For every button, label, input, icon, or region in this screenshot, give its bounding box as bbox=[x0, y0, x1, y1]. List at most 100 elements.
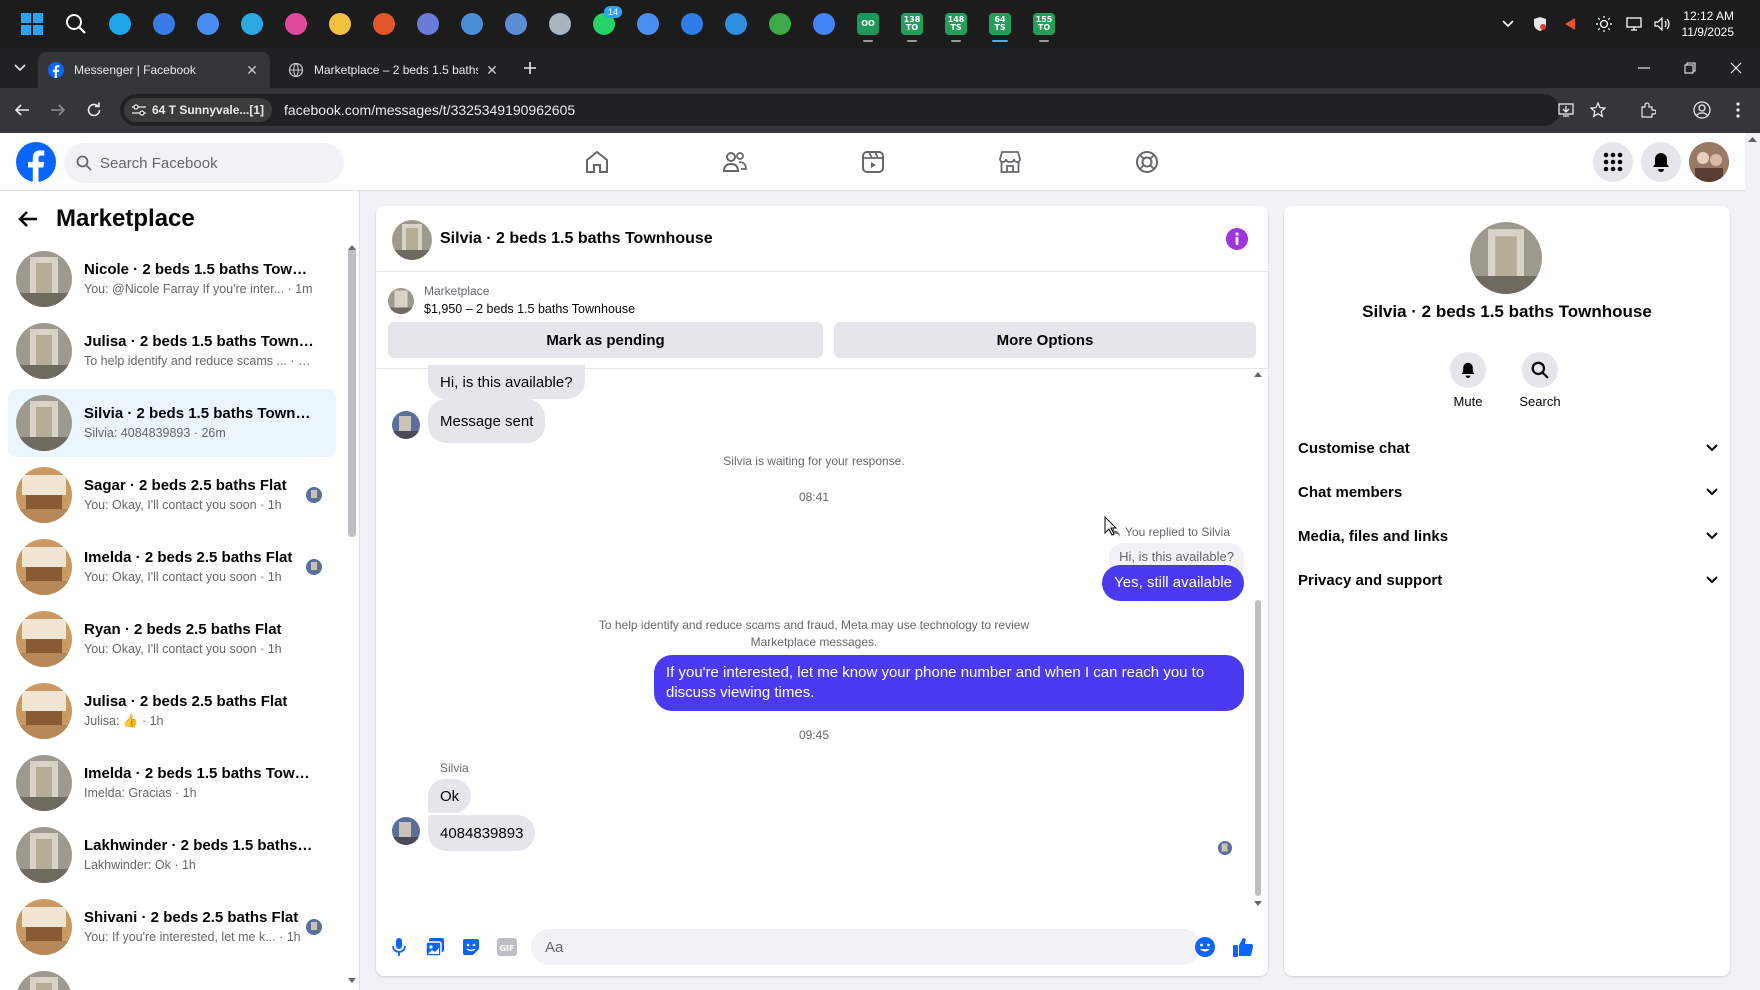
store-icon[interactable] bbox=[194, 10, 222, 38]
chevron-up-icon[interactable] bbox=[1498, 0, 1518, 48]
message-thread[interactable]: Hi, is this available? Message sent Silv… bbox=[376, 365, 1268, 918]
conversation-item[interactable]: Silvia · 2 beds 1.5 baths Townho... Silvi… bbox=[8, 389, 336, 457]
message-input[interactable]: Aa bbox=[531, 929, 1201, 965]
new-tab-icon[interactable] bbox=[516, 54, 544, 82]
minimize-icon[interactable] bbox=[1622, 48, 1666, 88]
scroll-down-icon[interactable] bbox=[347, 977, 357, 985]
media-app-icon[interactable] bbox=[370, 10, 398, 38]
install-app-icon[interactable] bbox=[1552, 96, 1580, 124]
outlook-icon[interactable] bbox=[150, 10, 178, 38]
chat-title[interactable]: Silvia · 2 beds 1.5 baths Townhouse bbox=[440, 230, 713, 248]
gif-icon[interactable]: GIF bbox=[496, 936, 518, 958]
browser-menu-icon[interactable] bbox=[1724, 96, 1752, 124]
system-clock[interactable]: 12:12 AM 11/9/2025 bbox=[1682, 8, 1735, 40]
scroll-up-icon[interactable] bbox=[347, 243, 357, 251]
friends-icon[interactable] bbox=[719, 146, 751, 178]
app-figure-icon[interactable] bbox=[546, 10, 574, 38]
conversation-item[interactable]: Janeth · 2 beds 1.5 baths Townh... bbox=[8, 965, 336, 990]
close-tab-icon[interactable]: ✕ bbox=[484, 62, 500, 78]
photo-attach-icon[interactable] bbox=[424, 936, 446, 958]
incoming-message[interactable]: Hi, is this available? bbox=[428, 365, 585, 399]
conversation-item[interactable]: Julisa · 2 beds 2.5 baths Flat Julisa: 👍 … bbox=[8, 677, 336, 745]
security-tray-icon[interactable] bbox=[1530, 0, 1550, 48]
app-whale-icon[interactable] bbox=[722, 10, 750, 38]
app-64-icon[interactable]: 64 TS bbox=[986, 10, 1014, 42]
app-148-icon[interactable]: 148 TS bbox=[942, 10, 970, 42]
media-files-links-row[interactable]: Media, files and links bbox=[1298, 516, 1718, 556]
chat-scrollbar[interactable] bbox=[1254, 370, 1262, 910]
brightness-icon[interactable] bbox=[1594, 0, 1614, 48]
tab-marketplace[interactable]: Marketplace – 2 beds 1.5 baths ✕ bbox=[278, 52, 510, 88]
chat-avatar[interactable] bbox=[392, 220, 432, 260]
incoming-message[interactable]: Ok bbox=[428, 779, 472, 813]
search-in-chat-button[interactable]: Search bbox=[1510, 352, 1570, 409]
conversation-item[interactable]: Sagar · 2 beds 2.5 baths Flat You: Okay, … bbox=[8, 461, 336, 529]
start-icon[interactable] bbox=[18, 10, 46, 38]
incoming-message[interactable]: 4084839893 bbox=[428, 815, 536, 851]
emoji-icon[interactable] bbox=[1194, 936, 1216, 958]
app-lock-icon[interactable] bbox=[766, 10, 794, 38]
telegram-icon[interactable] bbox=[238, 10, 266, 38]
close-window-icon[interactable] bbox=[1714, 48, 1758, 88]
home-icon[interactable] bbox=[581, 146, 613, 178]
customise-chat-row[interactable]: Customise chat bbox=[1298, 428, 1718, 468]
listing-summary[interactable]: Marketplace $1,950 – 2 beds 1.5 baths To… bbox=[388, 282, 635, 318]
account-avatar[interactable] bbox=[1689, 142, 1729, 182]
sidebar-scrollbar[interactable] bbox=[348, 247, 356, 537]
conversation-item[interactable]: Shivani · 2 beds 2.5 baths Flat You: If y… bbox=[8, 893, 336, 961]
contact-avatar[interactable] bbox=[1470, 222, 1542, 294]
extensions-icon[interactable] bbox=[1634, 96, 1662, 124]
microphone-icon[interactable] bbox=[388, 936, 410, 958]
tab-messenger[interactable]: Messenger | Facebook ✕ bbox=[38, 52, 270, 88]
page-scrollbar[interactable] bbox=[1745, 133, 1760, 990]
media-tray-icon[interactable] bbox=[1560, 0, 1580, 48]
incoming-message[interactable]: Message sent bbox=[428, 399, 546, 443]
conversation-item[interactable]: Imelda · 2 beds 1.5 baths Townh... Imelda… bbox=[8, 749, 336, 817]
profile-icon[interactable] bbox=[1688, 96, 1716, 124]
app-155-icon[interactable]: 155 TO bbox=[1030, 10, 1058, 42]
back-arrow-icon[interactable] bbox=[18, 210, 38, 228]
outgoing-message[interactable]: Yes, still available bbox=[1102, 565, 1244, 601]
facebook-logo-icon[interactable] bbox=[16, 142, 56, 182]
notifications-bell-icon[interactable] bbox=[1641, 142, 1681, 182]
mute-button[interactable]: Mute bbox=[1438, 352, 1498, 409]
back-icon[interactable] bbox=[8, 96, 36, 124]
file-explorer-icon[interactable] bbox=[326, 10, 354, 38]
color-app-icon[interactable] bbox=[282, 10, 310, 38]
privacy-support-row[interactable]: Privacy and support bbox=[1298, 560, 1718, 600]
forward-icon[interactable] bbox=[44, 96, 72, 124]
close-tab-icon[interactable]: ✕ bbox=[244, 62, 260, 78]
edge-icon[interactable] bbox=[106, 10, 134, 38]
marketplace-icon[interactable] bbox=[994, 146, 1026, 178]
app-bars-icon[interactable] bbox=[414, 10, 442, 38]
bookmark-star-icon[interactable] bbox=[1584, 96, 1612, 124]
more-options-button[interactable]: More Options bbox=[834, 322, 1256, 358]
outgoing-message[interactable]: If you're interested, let me know your p… bbox=[654, 655, 1244, 711]
app-h-icon[interactable] bbox=[502, 10, 530, 38]
app-138-icon[interactable]: 138 TO bbox=[898, 10, 926, 42]
sticker-icon[interactable] bbox=[460, 936, 482, 958]
app-sail-icon[interactable] bbox=[678, 10, 706, 38]
notepad-icon[interactable] bbox=[458, 10, 486, 38]
address-bar[interactable]: 64 T Sunnyvale...[1] facebook.com/messag… bbox=[120, 94, 1560, 126]
whatsapp-icon[interactable]: 14 bbox=[590, 6, 622, 38]
chrome-icon[interactable] bbox=[810, 10, 838, 38]
conversation-item[interactable]: Nicole · 2 beds 1.5 baths Townh... You: @… bbox=[8, 245, 336, 313]
conversation-item[interactable]: Julisa · 2 beds 1.5 baths Townho... To he… bbox=[8, 317, 336, 385]
network-icon[interactable] bbox=[1624, 0, 1644, 48]
chat-members-row[interactable]: Chat members bbox=[1298, 472, 1718, 512]
conversation-item[interactable]: Lakhwinder · 2 beds 1.5 baths To... Lakhw… bbox=[8, 821, 336, 889]
menu-grid-icon[interactable] bbox=[1593, 142, 1633, 182]
app-oo-icon[interactable]: OO bbox=[854, 10, 882, 42]
restore-icon[interactable] bbox=[1668, 48, 1712, 88]
video-icon[interactable] bbox=[857, 146, 889, 178]
tab-search-icon[interactable] bbox=[6, 54, 34, 82]
mark-as-pending-button[interactable]: Mark as pending bbox=[388, 322, 823, 358]
reload-icon[interactable] bbox=[80, 96, 108, 124]
info-icon[interactable] bbox=[1226, 228, 1248, 250]
conversation-item[interactable]: Ryan · 2 beds 2.5 baths Flat You: Okay, I… bbox=[8, 605, 336, 673]
search-icon[interactable] bbox=[62, 10, 90, 38]
volume-icon[interactable] bbox=[1652, 0, 1672, 48]
site-info-chip[interactable]: 64 T Sunnyvale...[1] bbox=[124, 98, 273, 122]
gaming-icon[interactable] bbox=[1131, 146, 1163, 178]
